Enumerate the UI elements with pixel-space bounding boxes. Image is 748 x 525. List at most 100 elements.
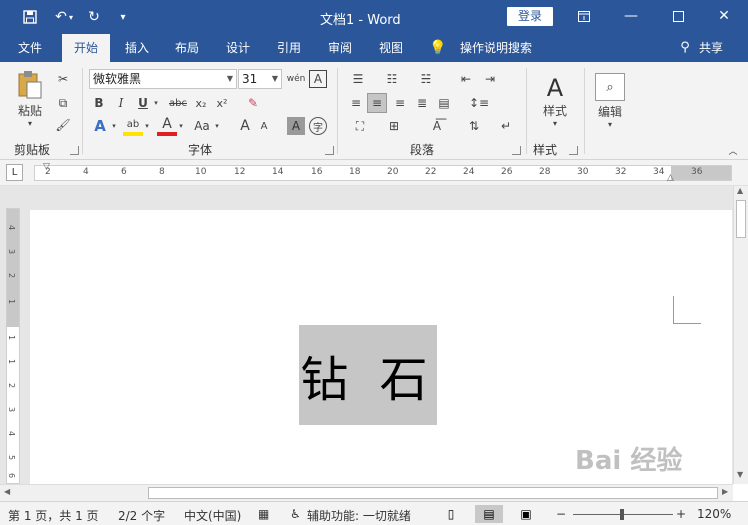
zoom-level[interactable]: 120% (697, 507, 731, 521)
language[interactable]: 中文(中国) (184, 507, 241, 524)
character-shading-button[interactable]: A (287, 117, 305, 135)
redo-icon[interactable]: ↻ (83, 6, 105, 28)
underline-button[interactable]: U (134, 94, 152, 112)
highlight-icon[interactable]: ab (123, 116, 143, 136)
align-left-icon[interactable]: ≡ (346, 93, 366, 113)
italic-button[interactable]: I (112, 94, 130, 112)
change-case-button[interactable]: Aa (191, 116, 213, 136)
clear-formatting-icon[interactable]: ✎ (244, 94, 262, 112)
numbering-icon[interactable]: ☷ (380, 70, 404, 88)
styles-button[interactable]: A 样式 ▾ (532, 68, 578, 134)
borders-icon[interactable]: ⊞ (380, 116, 408, 136)
tab-insert[interactable]: 插入 (116, 34, 158, 62)
align-center-icon[interactable]: ≡ (367, 93, 387, 113)
web-layout-icon[interactable]: ▣ (512, 505, 540, 523)
strikethrough-button[interactable]: abc (166, 94, 190, 112)
minimize-icon[interactable]: — (619, 4, 643, 28)
paragraph-launcher-icon[interactable] (512, 146, 521, 155)
copy-icon[interactable]: ⧉ (54, 94, 72, 112)
multilevel-list-icon[interactable]: ☵ (414, 70, 438, 88)
word-count[interactable]: 2/2 个字 (118, 507, 165, 524)
text-effects-dropdown-icon[interactable]: ▾ (110, 116, 118, 136)
font-size-combo[interactable]: 31 ▼ (238, 69, 282, 89)
distributed-icon[interactable]: ▤ (434, 93, 454, 113)
right-indent-marker[interactable]: △ (667, 173, 674, 183)
login-button[interactable]: 登录 (507, 7, 553, 26)
format-painter-icon[interactable]: 🖌 (54, 116, 72, 134)
styles-launcher-icon[interactable] (569, 146, 578, 155)
scroll-left-icon[interactable]: ◀ (4, 487, 10, 496)
scroll-down-icon[interactable]: ▼ (737, 470, 743, 479)
tab-layout[interactable]: 布局 (166, 34, 208, 62)
page-count[interactable]: 第 1 页，共 1 页 (8, 507, 99, 524)
bullets-icon[interactable]: ☰ (346, 70, 370, 88)
character-border-button[interactable]: A (309, 70, 327, 88)
tab-file[interactable]: 文件 (8, 34, 52, 62)
horizontal-ruler[interactable]: 2 4 6 8 10 12 14 16 18 20 22 24 26 28 30… (34, 162, 732, 183)
horizontal-scroll-thumb[interactable] (148, 487, 718, 499)
tab-references[interactable]: 引用 (268, 34, 310, 62)
paste-button[interactable]: 粘贴 ▾ (10, 68, 50, 130)
align-right-icon[interactable]: ≡ (390, 93, 410, 113)
save-icon[interactable] (19, 6, 41, 28)
editing-button[interactable]: ⌕ 编辑 ▾ (592, 68, 628, 134)
ribbon-display-icon[interactable] (572, 4, 596, 28)
horizontal-scrollbar[interactable]: ◀ ▶ (0, 484, 733, 501)
vertical-scrollbar[interactable]: ▲ ▼ (733, 186, 748, 484)
clipboard-launcher-icon[interactable] (70, 146, 79, 155)
tell-me-search[interactable]: 操作说明搜索 (456, 34, 536, 62)
zoom-in-icon[interactable]: + (676, 507, 686, 521)
vertical-scroll-thumb[interactable] (736, 200, 746, 238)
undo-dropdown-icon[interactable]: ▾ (66, 6, 76, 28)
underline-dropdown-icon[interactable]: ▾ (152, 94, 160, 112)
highlight-dropdown-icon[interactable]: ▾ (143, 116, 151, 136)
first-line-indent-marker[interactable]: ▽ (43, 162, 50, 172)
tab-home[interactable]: 开始 (62, 34, 110, 62)
ruler-tick: 36 (691, 167, 703, 177)
grow-font-button[interactable]: A (237, 116, 253, 136)
zoom-out-icon[interactable]: − (556, 507, 566, 521)
text-effects-button[interactable]: A (90, 116, 110, 136)
share-button[interactable]: 共享 (696, 34, 726, 62)
macro-icon[interactable]: ▦ (258, 507, 269, 521)
font-color-button[interactable]: A (157, 116, 177, 136)
accessibility-icon[interactable]: ♿ (290, 507, 301, 521)
cut-icon[interactable]: ✂ (54, 70, 72, 88)
tab-view[interactable]: 视图 (370, 34, 412, 62)
zoom-slider-thumb[interactable] (620, 509, 624, 520)
show-marks-icon[interactable]: ↵ (496, 116, 516, 136)
tab-selector-button[interactable]: L (6, 164, 23, 181)
shading-icon[interactable]: ⛶ (346, 116, 374, 136)
change-case-dropdown-icon[interactable]: ▾ (213, 116, 221, 136)
maximize-icon[interactable] (666, 4, 690, 28)
accessibility-status[interactable]: 辅助功能: 一切就绪 (307, 507, 411, 524)
read-mode-icon[interactable]: ▯ (437, 505, 465, 523)
print-layout-icon[interactable]: ▤ (475, 505, 503, 523)
close-icon[interactable]: ✕ (712, 4, 736, 28)
font-color-dropdown-icon[interactable]: ▾ (177, 116, 185, 136)
document-page[interactable]: 钻 石 (30, 210, 732, 484)
scroll-up-icon[interactable]: ▲ (737, 186, 743, 195)
customize-qat-icon[interactable]: ▾ (112, 6, 134, 28)
increase-indent-icon[interactable]: ⇥ (480, 70, 500, 88)
ruler-tick: 3 (7, 248, 17, 255)
tab-review[interactable]: 审阅 (319, 34, 361, 62)
vertical-ruler[interactable]: 4 3 2 1 1 1 2 3 4 5 6 (6, 208, 20, 484)
selected-text[interactable]: 钻 石 (299, 325, 437, 425)
bold-button[interactable]: B (90, 94, 108, 112)
collapse-ribbon-icon[interactable]: ︿ (726, 144, 740, 157)
chinese-layout-icon[interactable]: A͞ (422, 116, 452, 136)
line-spacing-icon[interactable]: ↕≡ (464, 93, 494, 113)
font-launcher-icon[interactable] (325, 146, 334, 155)
sort-icon[interactable]: ⇅ (464, 116, 484, 136)
phonetic-guide-button[interactable]: wén (287, 70, 306, 88)
justify-icon[interactable]: ≣ (412, 93, 432, 113)
enclose-characters-button[interactable]: 字 (309, 117, 327, 135)
font-name-combo[interactable]: 微软雅黑 ▼ (89, 69, 237, 89)
scroll-right-icon[interactable]: ▶ (722, 487, 728, 496)
decrease-indent-icon[interactable]: ⇤ (456, 70, 476, 88)
subscript-button[interactable]: x₂ (192, 94, 210, 112)
superscript-button[interactable]: x² (213, 94, 231, 112)
tab-design[interactable]: 设计 (217, 34, 259, 62)
shrink-font-button[interactable]: A (257, 116, 271, 136)
